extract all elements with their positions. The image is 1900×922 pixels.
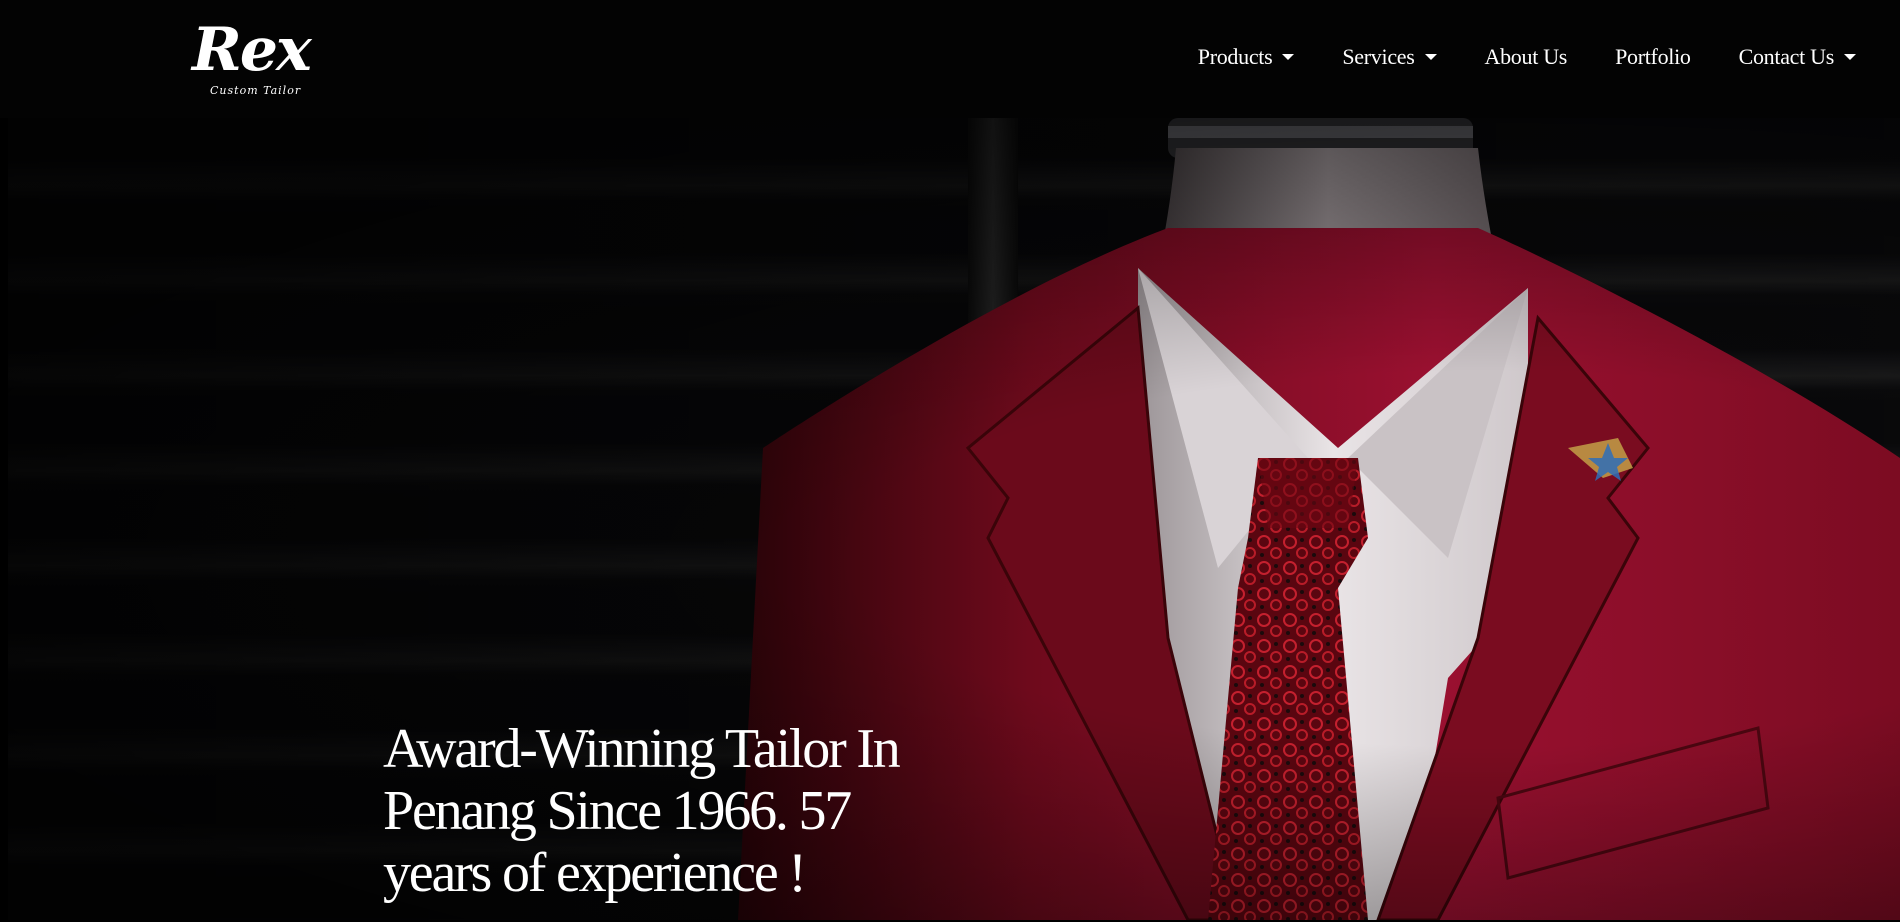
logo-subtitle: Custom Tailor: [210, 84, 302, 97]
hero-headline: Award-Winning Tailor In Penang Since 196…: [383, 718, 983, 904]
nav-item-label: About Us: [1484, 44, 1568, 69]
hero-headline-line: Penang Since 1966. 57: [383, 780, 852, 842]
nav-item-label: Products: [1197, 44, 1273, 69]
hero-headline-line: years of experience !: [383, 842, 807, 904]
nav-item-label: Portfolio: [1615, 44, 1691, 69]
site-header: Rex Custom Tailor Products Services Abou…: [0, 0, 1900, 118]
caret-down-icon: [1424, 54, 1437, 60]
main-nav: Products Services About Us Portfolio Con…: [1150, 44, 1856, 70]
nav-item-contact-us[interactable]: Contact Us: [1739, 44, 1856, 70]
nav-item-products[interactable]: Products: [1198, 44, 1295, 70]
site-logo[interactable]: Rex Custom Tailor: [192, 15, 312, 102]
logo-mark: Rex: [192, 15, 312, 85]
hero-banner: Award-Winning Tailor In Penang Since 196…: [8, 118, 1900, 920]
hero-headline-line: Award-Winning Tailor In: [383, 718, 901, 780]
nav-item-services[interactable]: Services: [1342, 44, 1437, 70]
nav-item-about-us[interactable]: About Us: [1485, 44, 1568, 70]
nav-item-label: Contact Us: [1738, 44, 1835, 69]
caret-down-icon: [1282, 54, 1295, 60]
nav-item-label: Services: [1342, 44, 1415, 69]
caret-down-icon: [1844, 54, 1856, 60]
nav-item-portfolio[interactable]: Portfolio: [1615, 44, 1691, 70]
